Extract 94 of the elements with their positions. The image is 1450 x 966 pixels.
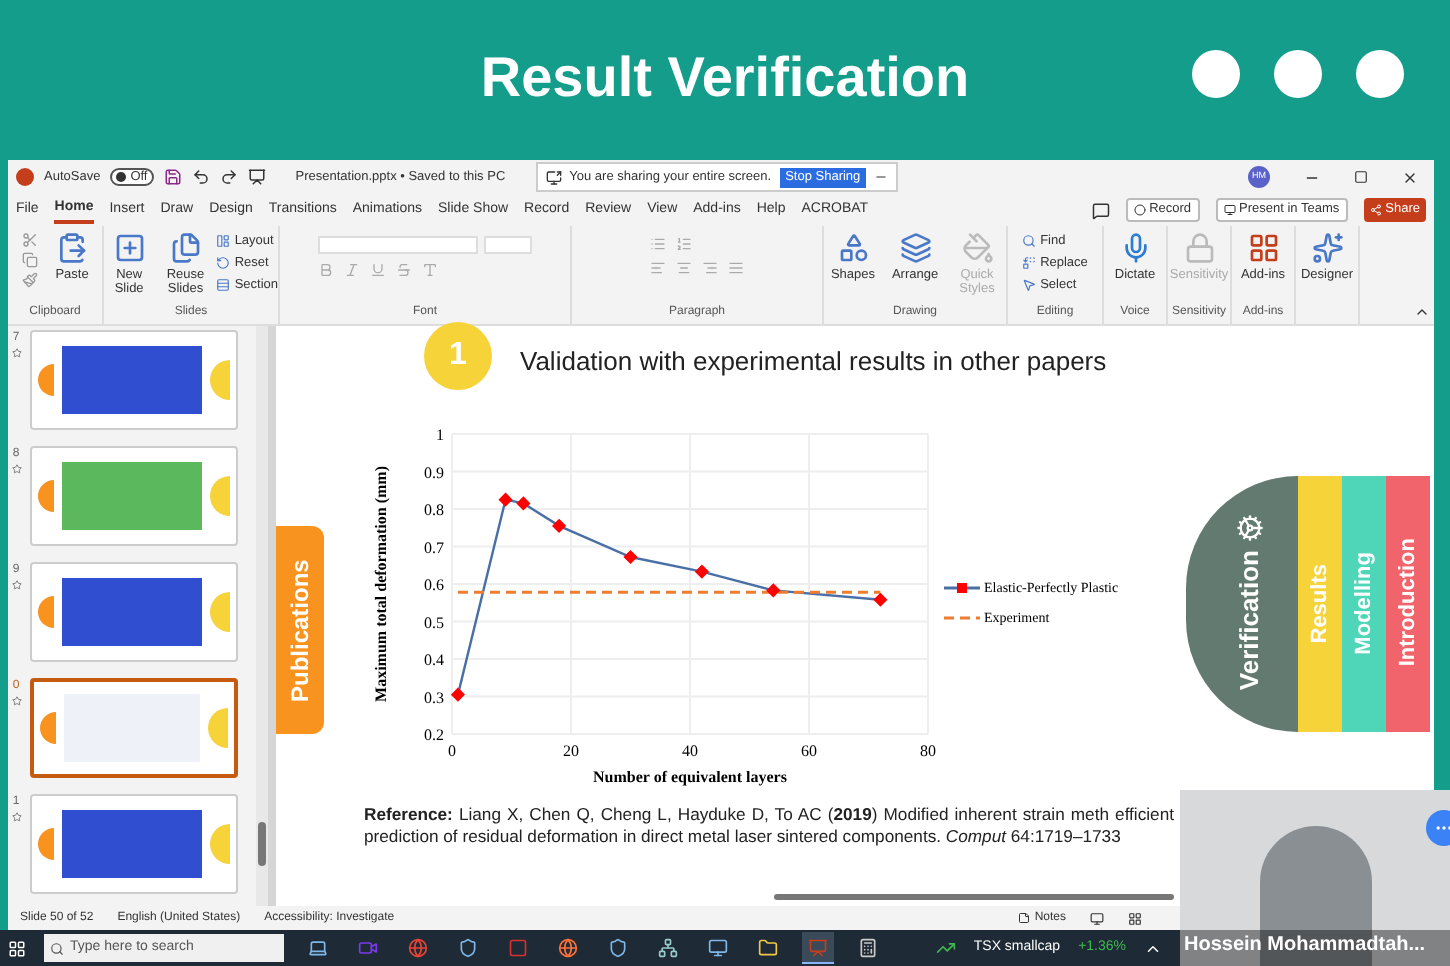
shield-icon xyxy=(458,938,478,958)
reference-text: Reference: Liang X, Chen Q, Cheng L, Hayduke D, To AC (2019) Modified inherent strain meth efficient prediction of residual deformation in direct metal laser sintered components. Comput 64:1719–1733 xyxy=(364,804,1174,848)
legend-swatch-icon xyxy=(944,611,980,624)
shield-icon xyxy=(608,938,628,958)
x-axis-title: Number of equivalent layers xyxy=(593,768,787,786)
star-icon xyxy=(11,348,21,358)
collapse-ribbon-icon[interactable] xyxy=(1414,304,1430,320)
y-axis-title: Maximum total deformation (mm) xyxy=(372,466,390,702)
font-size-field[interactable] xyxy=(484,236,532,254)
gears-icon xyxy=(1236,514,1264,543)
presentation-icon xyxy=(808,937,828,957)
layout-icon xyxy=(216,234,231,248)
data-point xyxy=(552,518,567,533)
y-tick-label: 0.3 xyxy=(424,688,444,707)
stock-trend-icon xyxy=(935,938,956,958)
close-icon[interactable] xyxy=(1402,169,1418,185)
star-icon xyxy=(11,464,21,474)
notes-icon xyxy=(1018,912,1031,924)
presentation-icon[interactable] xyxy=(247,168,266,186)
data-point xyxy=(766,583,781,598)
cursor-icon xyxy=(1022,278,1037,292)
slides-stack-icon xyxy=(169,232,202,264)
data-point xyxy=(516,496,531,511)
slide-heading: Validation with experimental results in other papers xyxy=(520,344,1107,381)
y-tick-label: 0.8 xyxy=(424,501,444,519)
legend-swatch-icon xyxy=(944,582,980,595)
star-icon xyxy=(11,812,21,822)
square-icon xyxy=(508,938,528,958)
search-icon xyxy=(50,941,64,955)
font-name-field[interactable] xyxy=(318,236,478,254)
data-point xyxy=(623,549,638,565)
slide-sorter-icon[interactable] xyxy=(1128,911,1142,925)
normal-view-icon[interactable] xyxy=(1090,911,1104,925)
sparkle-icon xyxy=(1311,232,1343,264)
plus-slide-icon xyxy=(113,232,146,264)
more-dots-icon[interactable] xyxy=(1190,48,1406,100)
redo-icon[interactable] xyxy=(219,168,238,186)
page-title: Result Verification xyxy=(480,44,970,112)
data-point xyxy=(450,687,465,702)
lock-icon xyxy=(1183,232,1215,264)
section-tab[interactable]: Verification xyxy=(1186,475,1298,731)
clipboard-icon xyxy=(56,232,88,264)
globe-icon xyxy=(558,938,578,958)
laptop-icon xyxy=(308,938,328,958)
y-tick-label: 0.6 xyxy=(424,576,444,594)
data-point xyxy=(873,592,888,607)
data-point xyxy=(498,492,513,507)
grid-icon xyxy=(1247,232,1279,264)
x-tick-label: 20 xyxy=(563,742,579,760)
section-icon xyxy=(216,278,231,292)
participant-name: Hossein Mohammadtah... xyxy=(1180,930,1450,966)
monitor-icon xyxy=(708,938,728,958)
paint-bucket-icon xyxy=(961,232,993,264)
calculator-icon xyxy=(858,938,878,958)
star-icon xyxy=(11,696,21,706)
x-tick-label: 40 xyxy=(682,742,698,760)
y-tick-label: 0.4 xyxy=(424,651,444,669)
minimize-banner-icon[interactable] xyxy=(874,170,889,184)
comments-icon[interactable] xyxy=(1091,201,1110,219)
x-tick-label: 0 xyxy=(448,742,456,760)
format-painter-icon[interactable] xyxy=(22,272,38,288)
y-tick-label: 0.9 xyxy=(424,463,444,482)
y-tick-label: 0.7 xyxy=(424,538,444,557)
y-tick-label: 0.2 xyxy=(424,726,444,744)
copy-icon[interactable] xyxy=(22,252,38,268)
globe-icon xyxy=(408,938,428,958)
y-tick-label: 0.5 xyxy=(424,613,444,632)
record-icon xyxy=(1133,204,1146,216)
data-point xyxy=(694,564,709,579)
horizontal-scrollbar[interactable] xyxy=(774,894,1174,900)
layers-icon xyxy=(899,232,931,264)
shapes-icon xyxy=(837,232,869,264)
start-icon[interactable] xyxy=(8,939,26,957)
taskbar-app-icon[interactable] xyxy=(802,932,834,964)
maximize-icon[interactable] xyxy=(1354,170,1368,184)
screen-share-icon xyxy=(545,169,562,185)
star-icon xyxy=(11,580,21,590)
reset-icon xyxy=(216,256,231,270)
save-icon[interactable] xyxy=(163,168,182,186)
folder-icon xyxy=(758,938,778,958)
x-tick-label: 60 xyxy=(801,742,817,760)
search-icon xyxy=(1022,234,1037,248)
undo-icon[interactable] xyxy=(191,168,210,186)
microphone-icon xyxy=(1119,232,1151,264)
step-number-badge: 1 xyxy=(424,322,492,390)
monitor-icon xyxy=(1223,204,1236,216)
x-tick-label: 80 xyxy=(920,742,936,760)
y-tick-label: 1 xyxy=(436,426,444,444)
cut-icon[interactable] xyxy=(22,232,38,248)
powerpoint-logo-icon xyxy=(16,168,34,186)
share-icon xyxy=(1369,204,1382,216)
video-icon xyxy=(358,938,378,958)
scrollbar[interactable] xyxy=(256,326,268,906)
network-icon xyxy=(658,938,678,958)
